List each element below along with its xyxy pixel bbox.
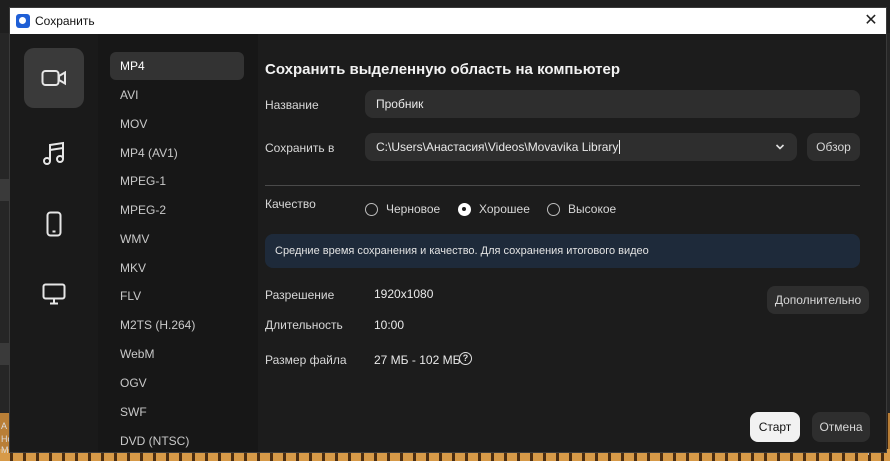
start-button[interactable]: Старт <box>750 412 800 442</box>
text-caret <box>619 140 621 154</box>
name-field[interactable]: Пробник <box>365 90 860 118</box>
format-item-mp4-av1[interactable]: MP4 (AV1) <box>110 139 244 167</box>
app-logo-icon <box>16 14 30 28</box>
video-camera-icon <box>41 70 66 86</box>
format-item-mpeg2[interactable]: MPEG-2 <box>110 196 244 224</box>
format-item-wmv[interactable]: WMV <box>110 225 244 253</box>
category-tv-button[interactable] <box>24 264 84 324</box>
filesize-label: Размер файла <box>265 353 347 367</box>
format-item-swf[interactable]: SWF <box>110 398 244 426</box>
help-icon[interactable]: ? <box>459 352 472 365</box>
quality-option-high[interactable]: Высокое <box>547 202 616 216</box>
category-sidebar <box>10 34 98 452</box>
main-panel: Сохранить выделенную область на компьюте… <box>258 34 886 452</box>
format-item-mp4[interactable]: MP4 <box>110 52 244 80</box>
quality-option-label: Высокое <box>568 202 617 216</box>
phone-icon <box>46 211 62 237</box>
format-item-avi[interactable]: AVI <box>110 81 244 109</box>
save-path-select[interactable]: C:\Users\Анастасия\Videos\Movavika Libra… <box>365 133 797 161</box>
quality-option-good[interactable]: Хорошее <box>458 202 530 216</box>
format-item-flv[interactable]: FLV <box>110 282 244 310</box>
category-video-button[interactable] <box>24 48 84 108</box>
save-to-label: Сохранить в <box>265 141 335 155</box>
format-item-dvd-ntsc[interactable]: DVD (NTSC) <box>110 427 244 452</box>
divider <box>265 185 860 186</box>
quality-option-label: Хорошее <box>479 202 530 216</box>
format-item-mpeg1[interactable]: MPEG-1 <box>110 167 244 195</box>
resolution-label: Разрешение <box>265 288 335 302</box>
quality-option-draft[interactable]: Черновое <box>365 202 440 216</box>
radio-checked <box>458 202 471 216</box>
filesize-value: 27 МБ - 102 МБ <box>374 353 461 367</box>
format-item-webm[interactable]: WebM <box>110 340 244 368</box>
category-audio-button[interactable] <box>24 124 84 184</box>
resolution-value: 1920x1080 <box>374 287 434 301</box>
format-item-mov[interactable]: MOV <box>110 110 244 138</box>
quality-label: Качество <box>265 197 316 211</box>
format-item-ogv[interactable]: OGV <box>110 369 244 397</box>
close-button[interactable]: ✕ <box>860 10 882 32</box>
quality-option-label: Черновое <box>386 202 441 216</box>
browse-button[interactable]: Обзор <box>807 133 860 161</box>
format-item-m2ts[interactable]: M2TS (H.264) <box>110 311 244 339</box>
title-bar: Сохранить ✕ <box>10 8 886 34</box>
save-dialog: Сохранить ✕ MP4 AVI MOV MP4 (AV1) MPEG-1… <box>9 7 887 453</box>
radio-unchecked <box>547 202 560 216</box>
name-label: Название <box>265 98 319 112</box>
advanced-button[interactable]: Дополнительно <box>767 286 869 314</box>
cancel-button[interactable]: Отмена <box>812 412 870 442</box>
format-item-mkv[interactable]: MKV <box>110 254 244 282</box>
window-title: Сохранить <box>35 14 95 28</box>
quality-info-box: Средние время сохранения и качество. Для… <box>265 234 860 268</box>
timeline-label: A <box>1 421 8 431</box>
category-device-button[interactable] <box>24 194 84 254</box>
page-title: Сохранить выделенную область на компьюте… <box>265 61 621 78</box>
monitor-icon <box>42 283 66 305</box>
radio-unchecked <box>365 202 378 216</box>
music-note-icon <box>43 141 64 165</box>
chevron-down-icon <box>775 144 785 150</box>
save-path-value: C:\Users\Анастасия\Videos\Movavika Libra… <box>376 140 619 154</box>
duration-label: Длительность <box>265 318 343 332</box>
duration-value: 10:00 <box>374 318 405 332</box>
format-list: MP4 AVI MOV MP4 (AV1) MPEG-1 MPEG-2 WMV … <box>98 34 258 452</box>
